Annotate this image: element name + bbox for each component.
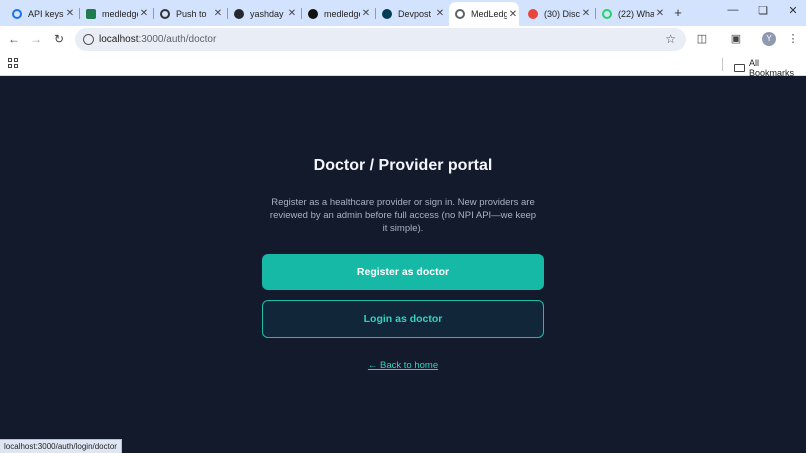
address-url[interactable]: localhost:3000/auth/doctor xyxy=(99,34,216,45)
cast-search-icon[interactable]: ▣ xyxy=(729,32,743,45)
page-content: Doctor / Provider portal Register as a h… xyxy=(0,76,806,453)
profile-avatar[interactable]: Y xyxy=(762,32,776,46)
close-tab-icon[interactable]: ✕ xyxy=(434,8,446,19)
bookmark-star-icon[interactable]: ☆ xyxy=(665,32,676,46)
tab-title: Push to xyxy=(176,8,207,19)
tab-title: MedLedge xyxy=(471,9,507,19)
bookmarks-divider xyxy=(722,58,723,71)
tab-favicon-icon xyxy=(308,8,318,19)
url-path: :3000/auth/doctor xyxy=(138,34,217,45)
back-arrow-icon[interactable]: ← xyxy=(7,32,21,46)
tab-medledge[interactable]: medledge ✕ xyxy=(80,3,150,24)
close-tab-icon[interactable]: ✕ xyxy=(138,8,150,19)
bookmarks-bar: All Bookmarks xyxy=(0,53,806,78)
reload-icon[interactable]: ↻ xyxy=(52,32,66,46)
tab-whatsapp[interactable]: (22) Wha ✕ xyxy=(596,3,666,24)
tab-title: (30) Disc xyxy=(544,8,580,19)
page-description: Register as a healthcare provider or sig… xyxy=(269,197,537,234)
tab-favicon-icon xyxy=(12,8,22,19)
github-icon xyxy=(234,8,244,19)
apps-grid-icon[interactable] xyxy=(8,58,18,68)
tab-medledge-2[interactable]: medledge ✕ xyxy=(302,3,372,24)
tab-title: medledge xyxy=(102,8,138,19)
globe-icon xyxy=(455,9,465,19)
tab-github[interactable]: yashday ✕ xyxy=(228,3,298,24)
new-tab-button[interactable]: + xyxy=(671,5,685,20)
forward-arrow-icon[interactable]: → xyxy=(29,32,43,46)
tab-favicon-icon xyxy=(86,8,96,19)
minimize-icon[interactable]: — xyxy=(726,4,740,16)
close-tab-icon[interactable]: ✕ xyxy=(212,8,224,19)
back-to-home-link[interactable]: ← Back to home xyxy=(0,360,806,371)
all-bookmarks-button[interactable]: All Bookmarks xyxy=(734,58,806,78)
close-window-icon[interactable]: ✕ xyxy=(786,4,800,17)
tab-title: (22) Wha xyxy=(618,8,654,19)
register-as-doctor-button[interactable]: Register as doctor xyxy=(262,254,544,290)
all-bookmarks-label: All Bookmarks xyxy=(748,58,794,78)
extensions-icon[interactable]: ◫ xyxy=(695,32,709,45)
tab-title: medledge xyxy=(324,8,360,19)
tab-devpost[interactable]: Devpost ✕ xyxy=(376,3,446,24)
discord-icon xyxy=(528,8,538,19)
url-host: localhost xyxy=(99,34,139,45)
whatsapp-icon xyxy=(602,8,612,19)
login-as-doctor-button[interactable]: Login as doctor xyxy=(262,300,544,338)
address-bar[interactable]: localhost:3000/auth/doctor ☆ xyxy=(75,28,686,51)
close-tab-icon[interactable]: ✕ xyxy=(507,9,519,20)
tab-strip: API keys ✕ medledge ✕ Push to ✕ yashday … xyxy=(0,0,806,26)
close-tab-icon[interactable]: ✕ xyxy=(654,8,666,19)
folder-icon xyxy=(734,64,745,72)
tab-push[interactable]: Push to ✕ xyxy=(154,3,224,24)
tab-title: API keys xyxy=(28,8,64,19)
more-menu-icon[interactable]: ⋮ xyxy=(786,32,800,45)
back-to-home-label[interactable]: ← Back to home xyxy=(368,360,438,371)
close-tab-icon[interactable]: ✕ xyxy=(360,8,372,19)
browser-toolbar: ← → ↻ localhost:3000/auth/doctor ☆ ◫ ▣ Y… xyxy=(0,26,806,53)
tab-title: yashday xyxy=(250,8,284,19)
close-tab-icon[interactable]: ✕ xyxy=(286,8,298,19)
restore-icon[interactable]: ❏ xyxy=(756,4,770,17)
close-tab-icon[interactable]: ✕ xyxy=(64,8,76,19)
page-title: Doctor / Provider portal xyxy=(313,157,493,174)
tab-discord[interactable]: (30) Disc ✕ xyxy=(522,3,592,24)
status-bar-url: localhost:3000/auth/login/doctor xyxy=(0,439,122,453)
close-tab-icon[interactable]: ✕ xyxy=(580,8,592,19)
tab-medledge-active[interactable]: MedLedge ✕ xyxy=(449,2,519,26)
tab-api-keys[interactable]: API keys ✕ xyxy=(6,3,76,24)
devpost-icon xyxy=(382,8,392,19)
site-info-icon[interactable] xyxy=(83,34,94,45)
tab-favicon-icon xyxy=(160,8,170,19)
tab-title: Devpost xyxy=(398,8,432,19)
